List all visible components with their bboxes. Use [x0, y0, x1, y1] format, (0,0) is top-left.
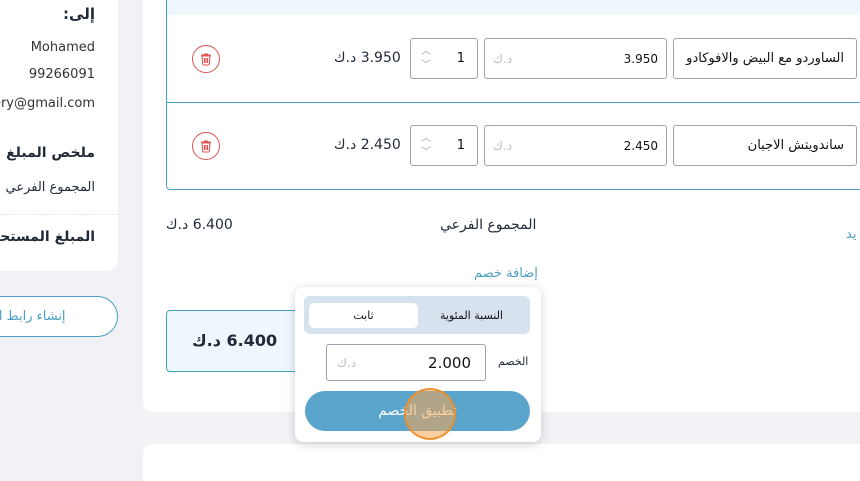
item-name-input[interactable]: الساوردو مع البيض والافوكادو — [673, 38, 857, 79]
currency-placeholder: د.ك — [493, 138, 513, 153]
row-divider — [167, 102, 860, 103]
tab-fixed[interactable]: ثابت — [309, 303, 418, 328]
line-total: 3.950 د.ك — [334, 50, 401, 66]
summary-divider — [0, 214, 118, 215]
customer-email: nery@gmail.com — [0, 96, 95, 111]
subtotal-label: المجموع الفرعي — [440, 217, 537, 233]
currency-placeholder: د.ك — [337, 355, 357, 370]
discount-amount-value: 2.000 — [428, 353, 471, 372]
quantity-stepper[interactable]: ︿ ﹀ 1 — [410, 125, 478, 166]
item-price-input[interactable]: د.ك 2.450 — [484, 125, 667, 166]
item-price-value: 2.450 — [623, 138, 658, 153]
trash-icon — [201, 53, 211, 66]
item-name-input[interactable]: ساندويتش الاجبان — [673, 125, 857, 166]
apply-discount-button[interactable]: تطبيق الخصم — [305, 391, 530, 431]
amount-summary-title: ملخص المبلغ — [6, 145, 95, 161]
summary-subtotal-label: المجموع الفرعي — [5, 180, 95, 195]
add-item-link[interactable]: يد — [846, 227, 856, 242]
chevron-up-icon[interactable]: ︿ — [421, 45, 431, 59]
item-name-value: ساندويتش الاجبان — [747, 138, 844, 153]
discount-label: الخصم — [498, 355, 529, 368]
chevron-down-icon[interactable]: ﹀ — [421, 146, 431, 160]
customer-phone: 99266091 — [28, 67, 95, 82]
amount-due-label: المبلغ المستحق — [0, 229, 95, 245]
tab-percentage-label: النسبة المئوية — [440, 309, 503, 322]
trash-icon — [201, 140, 211, 153]
currency-placeholder: د.ك — [493, 51, 513, 66]
delete-item-button[interactable] — [192, 45, 220, 73]
tab-percentage[interactable]: النسبة المئوية — [418, 303, 525, 328]
bottom-card — [143, 444, 860, 481]
item-name-value: الساوردو مع البيض والافوكادو — [686, 51, 844, 66]
apply-discount-label: تطبيق الخصم — [378, 403, 457, 419]
to-label: إلى: — [63, 5, 95, 23]
chevron-up-icon[interactable]: ︿ — [421, 132, 431, 146]
item-price-value: 3.950 — [623, 51, 658, 66]
quantity-stepper[interactable]: ︿ ﹀ 1 — [410, 38, 478, 79]
create-invoice-link-label: إنشاء رابط الفاتورة — [0, 309, 66, 324]
chevron-down-icon[interactable]: ﹀ — [421, 59, 431, 73]
tab-fixed-label: ثابت — [353, 309, 374, 322]
items-table-header — [167, 0, 860, 15]
quantity-value: 1 — [456, 51, 465, 66]
quantity-value: 1 — [456, 138, 465, 153]
total-value: 6.400 د.ك — [192, 331, 278, 350]
create-invoice-link-button[interactable]: إنشاء رابط الفاتورة — [0, 296, 118, 337]
line-total: 2.450 د.ك — [334, 137, 401, 153]
discount-amount-input[interactable]: د.ك 2.000 — [326, 344, 486, 381]
item-price-input[interactable]: د.ك 3.950 — [484, 38, 667, 79]
delete-item-button[interactable] — [192, 132, 220, 160]
subtotal-value: 6.400 د.ك — [166, 217, 233, 233]
customer-name: Mohamed — [30, 40, 95, 55]
add-discount-link[interactable]: إضافة خصم — [474, 266, 538, 281]
